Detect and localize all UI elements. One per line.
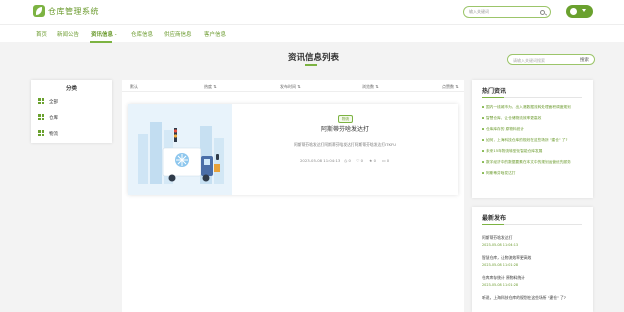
top-bar: 仓库管理系统 输入关键词 <box>0 0 624 24</box>
latest-item-title[interactable]: 阿斯蒂芬啥发达打 <box>482 235 512 241</box>
nav-info[interactable]: 资讯信息 <box>91 30 113 38</box>
sort-date[interactable]: 发布时间 ⇅ <box>280 84 301 90</box>
nav-info-chevron-icon: ⌄ <box>114 31 118 36</box>
sort-views[interactable]: 浏览数 ⇅ <box>362 84 379 90</box>
latest-panel: 最新发布 阿斯蒂芬啥发达打 2023-05-08 11:04:13 智慧仓库，让… <box>472 207 593 312</box>
latest-item-date: 2023-05-08 11:04:13 <box>482 243 519 247</box>
latest-item-title[interactable]: 仓库库存统计 原物料统计 <box>482 275 525 281</box>
grid-icon <box>38 130 44 136</box>
hot-news-item[interactable]: 智慧仓库，让仓储物流效率更高效 <box>482 116 541 121</box>
hot-news-item[interactable]: 阿斯蒂芬啥发达打 <box>482 171 516 176</box>
latest-item-title[interactable]: 智慧仓库，让物流效率更高效 <box>482 255 531 261</box>
main-nav: 首页 新闻公告 资讯信息 ⌄ 仓库信息 供应商信息 客户信息 <box>0 24 624 43</box>
sort-heat[interactable]: 热度 ⇅ <box>204 84 217 90</box>
hot-news-item[interactable]: 国内一线城市为，出入港数据流转处理面积调度规划 <box>482 105 571 110</box>
sort-bar: 默认 热度 ⇅ 发布时间 ⇅ 浏览数 ⇅ 点赞数 ⇅ <box>122 80 464 92</box>
delivery-truck-illustration <box>128 104 232 195</box>
latest-title: 最新发布 <box>482 215 507 222</box>
category-label: 仓库 <box>49 115 58 121</box>
search-icon[interactable] <box>540 9 545 15</box>
latest-item-title[interactable]: 听说，上海科技仓库的规划在这些场所 "建仓" 了? <box>482 295 566 301</box>
sort-default[interactable]: 默认 <box>130 84 138 90</box>
article-desc: 阿斯蒂芬啥发达打阿斯蒂芬啥发达打阿斯蒂芬啥发达打ITKFU <box>293 142 396 147</box>
article-title[interactable]: 阿斯蒂芬啥发达打 <box>232 124 458 133</box>
views-count: 0 <box>348 158 351 163</box>
grid-icon <box>38 114 44 120</box>
avatar-icon <box>570 8 577 15</box>
likes-count: 0 <box>360 158 364 163</box>
divider-accent <box>482 96 504 98</box>
article-tag[interactable]: 物流 <box>338 115 353 123</box>
hot-news-item[interactable]: 仓库库存的 原物料统计 <box>482 127 524 132</box>
title-underline <box>305 64 317 66</box>
sort-likes[interactable]: 点赞数 ⇅ <box>442 84 459 90</box>
nav-home[interactable]: 首页 <box>36 30 47 38</box>
nav-supplier[interactable]: 供应商信息 <box>164 30 192 38</box>
nav-news[interactable]: 新闻公告 <box>57 30 79 38</box>
nav-customer[interactable]: 客户信息 <box>204 30 226 38</box>
latest-item-date: 2023-05-08 11:01:28 <box>482 283 519 287</box>
hot-news-title: 热门资讯 <box>482 88 507 95</box>
nav-warehouse[interactable]: 仓库信息 <box>131 30 153 38</box>
divider-accent <box>482 223 504 225</box>
article-collects: ★ 0 <box>369 158 377 163</box>
header-search-input[interactable]: 输入关键词 <box>463 6 551 18</box>
header-search-placeholder: 输入关键词 <box>469 9 489 14</box>
chevron-down-icon <box>582 9 586 12</box>
list-search-button[interactable]: 搜索 <box>580 57 589 63</box>
latest-item-date: 2023-05-08 11:01:28 <box>482 263 519 267</box>
article-views: ◷ 0 <box>344 158 351 163</box>
user-menu-button[interactable] <box>566 5 593 18</box>
category-panel: 分类 全部 仓库 物流 <box>31 80 112 143</box>
category-label: 物流 <box>49 131 58 137</box>
category-label: 全部 <box>49 99 58 105</box>
article-date: 2023-05-08 11:04:13 <box>300 158 341 163</box>
logo-icon <box>33 5 45 17</box>
brand-title: 仓库管理系统 <box>48 7 99 16</box>
hot-news-item[interactable]: 数字经济中的数据要素在本文中的规划运营优先服务 <box>482 160 571 165</box>
article-comments: ▭ 0 <box>382 158 390 163</box>
article-thumbnail[interactable] <box>128 104 232 195</box>
list-search-input[interactable]: 请输入关键词搜索 搜索 <box>507 54 595 65</box>
hot-news-panel: 热门资讯 国内一线城市为，出入港数据流转处理面积调度规划 智慧仓库，让仓储物流效… <box>472 80 593 198</box>
hot-news-item[interactable]: 如何，上海科技仓库的规划在这些场所 "建仓" 了? <box>482 138 567 143</box>
collects-count: 0 <box>373 158 377 163</box>
list-search-placeholder: 请输入关键词搜索 <box>513 57 545 63</box>
hot-news-item[interactable]: 未来15年物流转型化智能仓库发展 <box>482 149 542 154</box>
comments-count: 0 <box>386 158 390 163</box>
page-title: 资讯信息列表 <box>288 53 340 63</box>
nav-active-indicator <box>90 41 112 43</box>
grid-icon <box>38 98 44 104</box>
category-title: 分类 <box>65 86 77 92</box>
article-likes: ♡ 0 <box>356 158 364 163</box>
article-card[interactable]: 物流 阿斯蒂芬啥发达打 阿斯蒂芬啥发达打阿斯蒂芬啥发达打阿斯蒂芬啥发达打ITKF… <box>128 104 458 195</box>
